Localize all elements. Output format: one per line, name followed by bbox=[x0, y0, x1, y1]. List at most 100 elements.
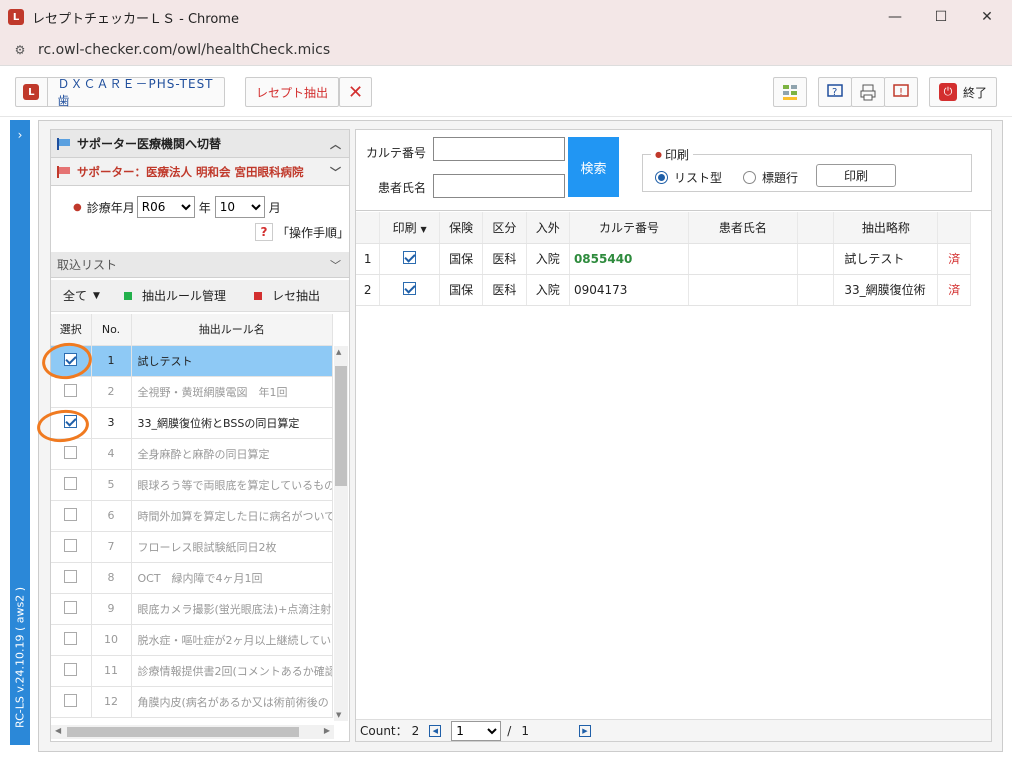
site-info-icon[interactable]: ⚙ bbox=[10, 40, 30, 60]
chevron-up-icon[interactable]: ︿ bbox=[330, 136, 341, 152]
radio-selected-icon[interactable] bbox=[655, 171, 668, 184]
page-select[interactable]: 1 bbox=[451, 720, 502, 741]
switch-supporter-header[interactable]: サポーター医療機関へ切替 ︿ bbox=[51, 130, 349, 158]
rule-row[interactable]: 9 眼底カメラ撮影(蛍光眼底法)+点滴注射 bbox=[51, 593, 333, 625]
radio-title[interactable]: 標題行 bbox=[743, 169, 798, 186]
rule-row[interactable]: 10 脱水症・嘔吐症が2ヶ月以上継続してい bbox=[51, 624, 333, 656]
checkbox-checked[interactable] bbox=[403, 281, 417, 295]
address-bar[interactable]: ⚙ rc.owl-checker.com/owl/healthCheck.mic… bbox=[0, 34, 1012, 66]
hscroll-thumb[interactable] bbox=[67, 727, 299, 737]
rule-no: 1 bbox=[91, 345, 132, 377]
rule-no: 4 bbox=[91, 438, 132, 470]
supporter-header[interactable]: サポーター：医療法人 明和会 宮田眼科病院 ﹀ bbox=[51, 158, 349, 186]
scroll-down-icon[interactable]: ▼ bbox=[336, 711, 341, 719]
rule-row[interactable]: 6 時間外加算を算定した日に病名がついて bbox=[51, 500, 333, 532]
rule-manage-button[interactable]: 抽出ルール管理 bbox=[142, 287, 226, 304]
row-karte: 0855440 bbox=[569, 243, 690, 275]
karte-input[interactable] bbox=[433, 137, 565, 161]
print-button[interactable]: 印刷 bbox=[816, 164, 896, 187]
version-sidebar[interactable]: › RC-LS v.24.10.19 ( aws2 ) bbox=[10, 120, 30, 745]
radio-empty-icon[interactable] bbox=[743, 171, 756, 184]
checkbox-checked[interactable] bbox=[403, 250, 417, 264]
facility-button[interactable]: L ＤＸＣＡＲＥ－PHS-TEST歯 bbox=[15, 77, 225, 108]
horizontal-scrollbar[interactable]: ◀ ▶ bbox=[51, 725, 334, 739]
rule-name: 33_網膜復位術とBSSの同日算定 bbox=[131, 407, 333, 439]
next-page-icon[interactable]: ▶ bbox=[578, 724, 591, 737]
extract-label: レセプト抽出 bbox=[255, 85, 328, 100]
row-abbr: 試しテスト bbox=[833, 243, 939, 275]
checkbox[interactable] bbox=[64, 662, 78, 676]
radio-list[interactable]: リスト型 bbox=[655, 169, 722, 186]
url-text[interactable]: rc.owl-checker.com/owl/healthCheck.mics bbox=[38, 42, 330, 58]
rece-extract-button[interactable]: レセ抽出 bbox=[272, 287, 320, 304]
minimize-button[interactable]: — bbox=[872, 0, 918, 34]
rule-table: 選択 No. 抽出ルール名 1 試しテスト 2 全視野・黄斑網膜電図 年1回 3 33_網… bbox=[51, 314, 333, 718]
chevron-down-icon[interactable]: ﹀ bbox=[330, 164, 341, 180]
caret-down-icon[interactable]: ▼ bbox=[420, 225, 426, 234]
col-abbr: 抽出略称 bbox=[833, 212, 939, 244]
notice-button[interactable]: ! bbox=[884, 77, 918, 107]
rule-row[interactable]: 11 診療情報提供書2回(コメントあるか確認 bbox=[51, 655, 333, 687]
col-no: No. bbox=[91, 314, 132, 346]
checkbox[interactable] bbox=[64, 507, 78, 521]
scroll-up-icon[interactable]: ▲ bbox=[336, 348, 341, 356]
prev-page-icon[interactable]: ◀ bbox=[429, 724, 442, 737]
checkbox[interactable] bbox=[64, 538, 78, 552]
checkbox[interactable] bbox=[64, 600, 78, 614]
print-toolbar-button[interactable] bbox=[851, 77, 885, 107]
rule-row[interactable]: 12 角膜内皮(病名があるか又は術前術後の bbox=[51, 686, 333, 718]
checkbox[interactable] bbox=[64, 383, 78, 397]
checkbox[interactable] bbox=[64, 569, 78, 583]
cancel-extract-button[interactable]: ✕ bbox=[339, 77, 372, 107]
help-button[interactable]: ? bbox=[818, 77, 852, 107]
scrollbar-thumb[interactable] bbox=[335, 366, 347, 486]
pager: Count： 2 ◀ 1 / 1 ▶ bbox=[356, 719, 991, 741]
scroll-left-icon[interactable]: ◀ bbox=[55, 726, 61, 735]
rule-no: 10 bbox=[91, 624, 132, 656]
year-select[interactable]: R06 bbox=[136, 196, 195, 218]
expand-chevron-icon[interactable]: › bbox=[10, 128, 30, 142]
window-titlebar: L レセプトチェッカーＬＳ - Chrome — ☐ ✕ bbox=[0, 0, 1012, 34]
extract-button[interactable]: レセプト抽出 bbox=[245, 77, 339, 107]
right-panel: カルテ番号 患者氏名 検索 ● 印刷 リスト型 標題行 印刷 印刷 ▼ 保険 区… bbox=[355, 129, 992, 742]
rule-row[interactable]: 5 眼球ろう等で両眼底を算定しているもの bbox=[51, 469, 333, 501]
facility-label: ＤＸＣＡＲＥ－PHS-TEST歯 bbox=[57, 77, 214, 108]
close-window-button[interactable]: ✕ bbox=[964, 0, 1010, 34]
checkbox[interactable] bbox=[64, 693, 78, 707]
rule-row[interactable]: 4 全身麻酔と麻酔の同日算定 bbox=[51, 438, 333, 470]
checkbox[interactable] bbox=[64, 476, 78, 490]
logo-icon: L bbox=[16, 78, 48, 106]
vertical-scrollbar[interactable]: ▲ ▼ bbox=[334, 346, 348, 721]
rule-no: 5 bbox=[91, 469, 132, 501]
rule-no: 6 bbox=[91, 500, 132, 532]
rule-row[interactable]: 3 33_網膜復位術とBSSの同日算定 bbox=[51, 407, 333, 439]
rule-row[interactable]: 1 試しテスト bbox=[51, 345, 333, 377]
caret-down-icon[interactable]: ▼ bbox=[93, 291, 100, 301]
patient-input[interactable] bbox=[433, 174, 565, 198]
checkbox[interactable] bbox=[64, 631, 78, 645]
row-abbr: 33_網膜復位術 bbox=[833, 274, 939, 306]
scroll-right-icon[interactable]: ▶ bbox=[324, 726, 330, 735]
result-row[interactable]: 2 国保 医科 入院 0904173 33_網膜復位術済 bbox=[356, 274, 971, 306]
checkbox[interactable] bbox=[64, 445, 78, 459]
chevron-down-icon[interactable]: ﹀ bbox=[330, 257, 341, 273]
row-no: 2 bbox=[356, 274, 381, 306]
layout-button[interactable] bbox=[773, 77, 807, 107]
maximize-button[interactable]: ☐ bbox=[918, 0, 964, 34]
search-button[interactable]: 検索 bbox=[568, 137, 619, 197]
rule-name: 時間外加算を算定した日に病名がついて bbox=[131, 500, 333, 532]
rule-row[interactable]: 2 全視野・黄斑網膜電図 年1回 bbox=[51, 376, 333, 408]
rule-no: 2 bbox=[91, 376, 132, 408]
rule-row[interactable]: 7 フローレス眼試験紙同日2枚 bbox=[51, 531, 333, 563]
all-filter[interactable]: 全て bbox=[63, 287, 87, 304]
col-rule: 抽出ルール名 bbox=[131, 314, 333, 346]
col-patient: 患者氏名 bbox=[688, 212, 798, 244]
close-icon: ✕ bbox=[347, 81, 364, 103]
month-select[interactable]: 10 bbox=[214, 196, 265, 218]
printer-icon bbox=[860, 84, 876, 101]
rule-row[interactable]: 8 OCT 緑内障で4ヶ月1回 bbox=[51, 562, 333, 594]
exit-button[interactable]: ⏻ 終了 bbox=[929, 77, 997, 107]
import-list-header[interactable]: 取込リスト ﹀ bbox=[51, 252, 349, 278]
result-row[interactable]: 1 国保 医科 入院 0855440 試しテスト済 bbox=[356, 243, 971, 275]
help-link[interactable]: ? 「操作手順」 bbox=[255, 223, 349, 241]
